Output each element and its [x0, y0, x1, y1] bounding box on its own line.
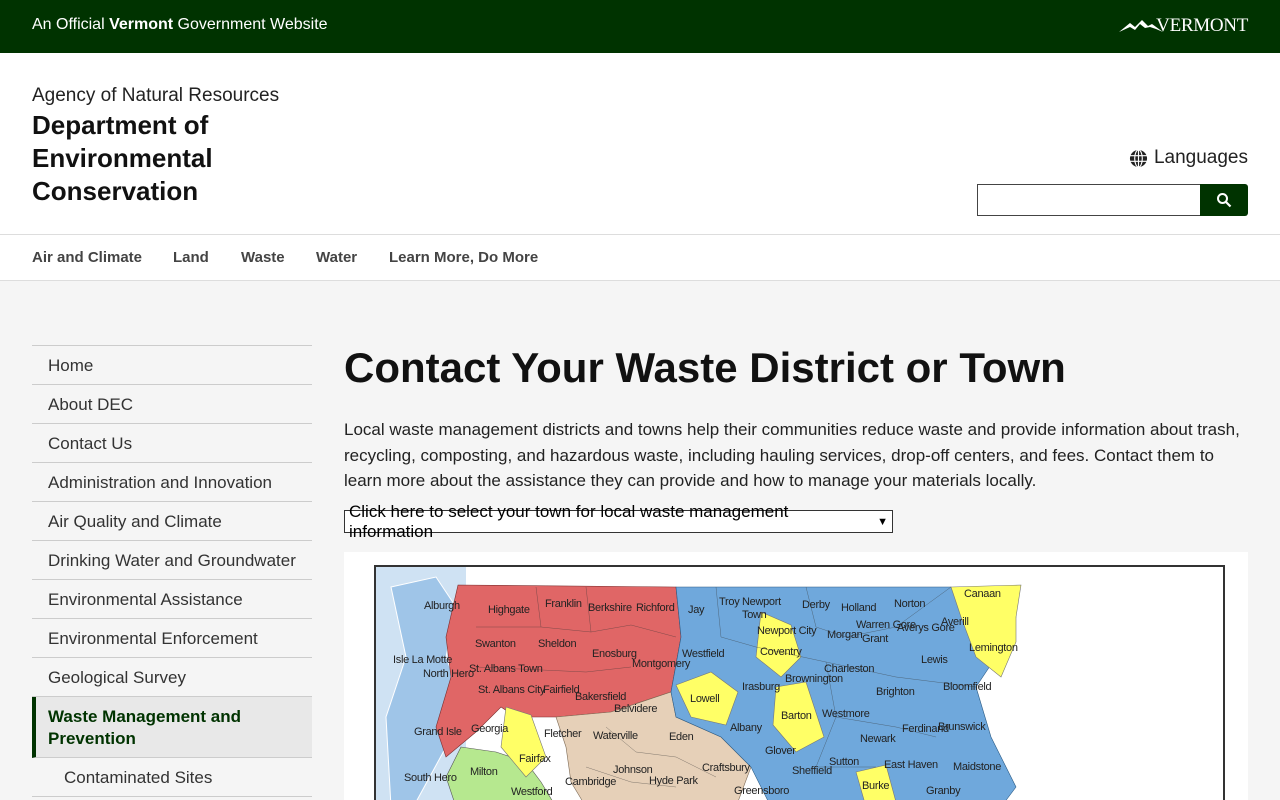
map-label-sutton: Sutton: [829, 756, 860, 768]
search-icon: [1217, 193, 1232, 208]
map-label-fletcher: Fletcher: [544, 728, 582, 740]
map-label-canaan: Canaan: [964, 588, 1001, 600]
map-label-eden: Eden: [669, 731, 694, 743]
map-label-coventry: Coventry: [760, 646, 802, 658]
main-navigation: Air and Climate Land Waste Water Learn M…: [0, 235, 1280, 281]
official-site-text: An Official Vermont Government Website: [32, 16, 328, 33]
map-label-grand-isle: Grand Isle: [414, 726, 462, 738]
chevron-down-icon: ▼: [877, 515, 888, 528]
agency-name[interactable]: Agency of Natural Resources: [32, 85, 279, 107]
map-label-averill: Averill: [941, 616, 969, 628]
map-label-lowell: Lowell: [690, 693, 720, 705]
map-label-barton: Barton: [781, 710, 812, 722]
map-label-brighton: Brighton: [876, 686, 915, 698]
map-label-hyde-park: Hyde Park: [649, 775, 698, 787]
map-label-albany: Albany: [730, 722, 762, 734]
nav-item-learn-more[interactable]: Learn More, Do More: [389, 249, 538, 266]
map-label-newport-city: Newport City: [757, 625, 817, 637]
waste-district-map[interactable]: Alburgh Highgate Franklin Berkshire Rich…: [344, 552, 1248, 800]
sidebar-item-geological-survey[interactable]: Geological Survey: [32, 658, 312, 697]
map-label-lemington: Lemington: [969, 642, 1018, 654]
map-label-alburgh: Alburgh: [424, 600, 460, 612]
map-label-craftsbury: Craftsbury: [702, 762, 750, 774]
official-site-banner: An Official Vermont Government Website V…: [0, 0, 1280, 53]
map-label-swanton: Swanton: [475, 638, 516, 650]
sidebar-item-contaminated-sites[interactable]: Contaminated Sites: [32, 758, 312, 797]
sidebar-item-administration[interactable]: Administration and Innovation: [32, 463, 312, 502]
nav-item-water[interactable]: Water: [316, 249, 357, 266]
map-frame: Alburgh Highgate Franklin Berkshire Rich…: [374, 565, 1225, 800]
map-label-georgia: Georgia: [471, 723, 509, 735]
map-label-newark: Newark: [860, 733, 896, 745]
map-label-fairfax: Fairfax: [519, 753, 551, 765]
map-label-irasburg: Irasburg: [742, 681, 780, 693]
languages-label: Languages: [1153, 147, 1248, 168]
map-label-norton: Norton: [894, 598, 926, 610]
map-label-fairfield: Fairfield: [543, 684, 580, 696]
map-label-johnson: Johnson: [613, 764, 653, 776]
map-label-brunswick: Brunswick: [938, 721, 986, 733]
nav-item-land[interactable]: Land: [173, 249, 209, 266]
globe-icon: [1129, 148, 1148, 168]
map-label-lewis: Lewis: [921, 654, 948, 666]
search-input[interactable]: [977, 184, 1201, 216]
map-label-westfield: Westfield: [682, 648, 725, 660]
map-label-westmore: Westmore: [822, 708, 870, 720]
site-header: Agency of Natural Resources Department o…: [0, 53, 1280, 235]
page-title: Contact Your Waste District or Town: [344, 344, 1066, 391]
map-label-franklin: Franklin: [545, 598, 582, 610]
map-label-st-albans-city: St. Albans City: [478, 684, 546, 696]
map-label-bakersfield: Bakersfield: [575, 691, 627, 703]
map-label-grant: Grant: [862, 633, 889, 645]
map-label-granby: Granby: [926, 785, 961, 797]
map-label-newport-town: Newport Town: [742, 596, 781, 621]
map-label-glover: Glover: [765, 745, 796, 757]
map-label-st-albans-town: St. Albans Town: [469, 663, 543, 675]
map-label-cambridge: Cambridge: [565, 776, 617, 788]
map-label-berkshire: Berkshire: [588, 602, 632, 614]
map-label-holland: Holland: [841, 602, 877, 614]
sidebar-item-environmental-assistance[interactable]: Environmental Assistance: [32, 580, 312, 619]
sidebar-menu: Home About DEC Contact Us Administration…: [32, 345, 312, 797]
nav-item-air-and-climate[interactable]: Air and Climate: [32, 249, 142, 266]
intro-paragraph: Local waste management districts and tow…: [344, 420, 1240, 490]
map-label-enosburg: Enosburg: [592, 648, 637, 660]
sidebar-item-environmental-enforcement[interactable]: Environmental Enforcement: [32, 619, 312, 658]
map-label-burke: Burke: [862, 780, 890, 792]
map-label-westford: Westford: [511, 786, 553, 798]
map-label-sheldon: Sheldon: [538, 638, 577, 650]
sidebar-item-about-dec[interactable]: About DEC: [32, 385, 312, 424]
map-label-isle-la-motte: Isle La Motte: [393, 654, 453, 666]
department-name[interactable]: Department of Environmental Conservation: [32, 109, 292, 208]
town-select[interactable]: Click here to select your town for local…: [344, 502, 893, 541]
nav-item-waste[interactable]: Waste: [241, 249, 285, 266]
map-label-greensboro: Greensboro: [734, 785, 790, 797]
sidebar-item-waste-management[interactable]: Waste Management and Prevention: [32, 697, 312, 758]
map-label-brownington: Brownington: [785, 673, 843, 685]
town-select-value: Click here to select your town for local…: [349, 501, 789, 541]
map-label-sheffield: Sheffield: [792, 765, 832, 777]
sidebar-item-contact-us[interactable]: Contact Us: [32, 424, 312, 463]
map-label-waterville: Waterville: [593, 730, 638, 742]
sidebar-item-air-quality[interactable]: Air Quality and Climate: [32, 502, 312, 541]
map-label-north-hero: North Hero: [423, 668, 474, 680]
map-label-highgate: Highgate: [488, 604, 530, 616]
sidebar-item-home[interactable]: Home: [32, 346, 312, 385]
map-label-troy: Troy: [719, 596, 740, 608]
languages-button[interactable]: Languages: [1129, 147, 1248, 169]
map-label-belvidere: Belvidere: [614, 703, 658, 715]
sidebar-item-drinking-water[interactable]: Drinking Water and Groundwater: [32, 541, 312, 580]
map-label-maidstone: Maidstone: [953, 761, 1002, 773]
map-label-milton: Milton: [470, 766, 498, 778]
main-content: Contact Your Waste District or Town Loca…: [344, 344, 1248, 800]
map-label-south-hero: South Hero: [404, 772, 457, 784]
vermont-logo[interactable]: VERMONT: [1118, 14, 1248, 38]
map-label-east-haven: East Haven: [884, 759, 938, 771]
map-label-bloomfield: Bloomfield: [943, 681, 992, 693]
search-button[interactable]: [1200, 184, 1248, 216]
map-label-richford: Richford: [636, 602, 675, 614]
map-label-derby: Derby: [802, 599, 830, 611]
map-label-jay: Jay: [688, 604, 705, 616]
